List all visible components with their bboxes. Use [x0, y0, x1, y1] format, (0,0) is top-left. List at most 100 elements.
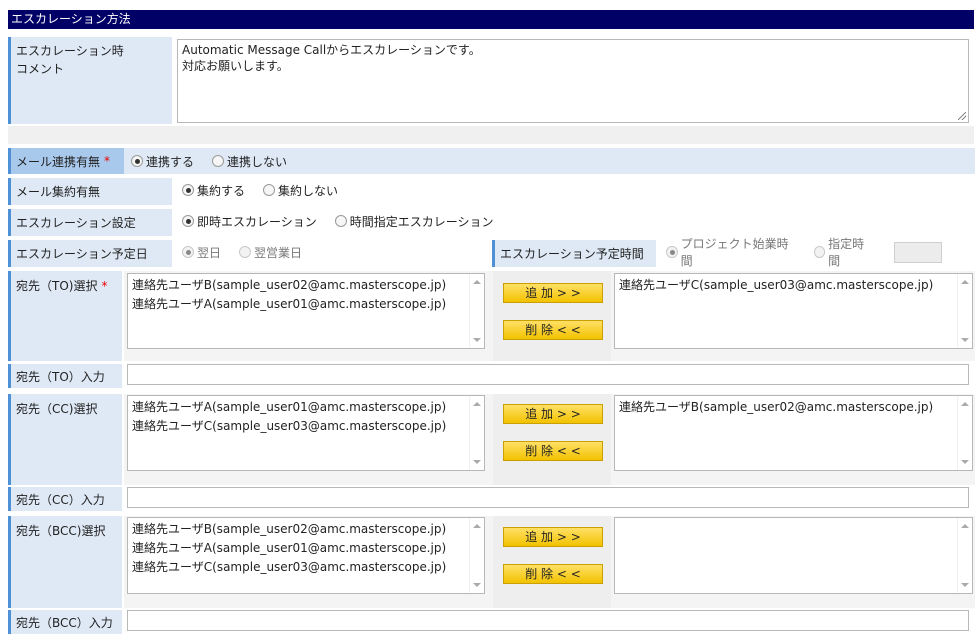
comment-label-line2: コメント [16, 62, 65, 76]
radio-project-start-time[interactable]: プロジェクト始業時間 [666, 235, 796, 269]
scroll-up-icon[interactable] [473, 280, 481, 284]
cc-input-field[interactable] [127, 487, 969, 508]
cc-add-button[interactable]: 追 加 > > [503, 404, 603, 424]
cc-selected-list[interactable]: 連絡先ユーザB(sample_user02@amc.masterscope.jp… [614, 395, 973, 471]
bcc-add-button[interactable]: 追 加 > > [503, 527, 603, 547]
schedule-day-label: エスカレーション予定日 [8, 240, 172, 267]
radio-mail-digest-off[interactable]: 集約しない [263, 182, 338, 199]
radio-label: プロジェクト始業時間 [680, 237, 789, 268]
radio-checked-icon [182, 184, 194, 196]
scroll-down-icon[interactable] [961, 583, 969, 587]
schedule-time-value: プロジェクト始業時間 指定時間 [662, 237, 892, 268]
schedule-day-value: 翌日 翌営業日 [176, 240, 486, 264]
bcc-available-list[interactable]: 連絡先ユーザB(sample_user02@amc.masterscope.jp… [127, 517, 485, 594]
to-select-label: 宛先（TO)選択 * [8, 271, 122, 361]
list-item[interactable]: 連絡先ユーザB(sample_user02@amc.masterscope.jp… [132, 276, 480, 295]
list-item[interactable]: 連絡先ユーザB(sample_user02@amc.masterscope.jp… [619, 398, 968, 417]
section-spacer [8, 126, 974, 144]
bcc-input-label: 宛先（BCC）入力 [8, 610, 122, 634]
section-title: エスカレーション方法 [8, 10, 974, 29]
scrollbar[interactable] [957, 518, 972, 593]
cc-remove-button[interactable]: 削 除 < < [503, 441, 603, 461]
scroll-down-icon[interactable] [961, 338, 969, 342]
radio-label: 集約する [197, 183, 246, 198]
bcc-select-label: 宛先（BCC)選択 [8, 516, 122, 608]
to-available-list[interactable]: 連絡先ユーザB(sample_user02@amc.masterscope.jp… [127, 273, 485, 349]
list-item[interactable]: 連絡先ユーザC(sample_user03@amc.masterscope.jp… [619, 276, 968, 295]
scroll-down-icon[interactable] [473, 460, 481, 464]
radio-label: 即時エスカレーション [197, 214, 317, 229]
cc-input-label: 宛先（CC）入力 [8, 487, 122, 511]
comment-textarea[interactable] [177, 39, 969, 123]
radio-unchecked-icon [334, 215, 347, 227]
scrollbar[interactable] [469, 396, 484, 470]
radio-label: 指定時間 [828, 237, 865, 268]
radio-label: 翌日 [197, 245, 222, 260]
list-item[interactable]: 連絡先ユーザA(sample_user01@amc.masterscope.jp… [132, 295, 480, 314]
radio-unchecked-icon [263, 184, 276, 196]
radio-checked-icon [182, 246, 194, 258]
radio-escalation-scheduled[interactable]: 時間指定エスカレーション [334, 213, 494, 230]
scroll-up-icon[interactable] [961, 280, 969, 284]
radio-label: 連携する [146, 154, 195, 169]
radio-mail-link-off[interactable]: 連携しない [212, 153, 287, 170]
radio-checked-icon [666, 246, 678, 258]
radio-escalation-immediate[interactable]: 即時エスカレーション [182, 213, 317, 230]
radio-label: 集約しない [278, 183, 339, 198]
mail-digest-value: 集約する 集約しない [176, 178, 576, 202]
radio-unchecked-icon [813, 246, 826, 258]
radio-checked-icon [131, 155, 143, 167]
scroll-up-icon[interactable] [473, 524, 481, 528]
cc-available-list[interactable]: 連絡先ユーザA(sample_user01@amc.masterscope.jp… [127, 395, 485, 471]
radio-mail-digest-on[interactable]: 集約する [182, 182, 245, 199]
mail-digest-label: メール集約有無 [8, 178, 172, 205]
radio-label: 翌営業日 [254, 245, 303, 260]
comment-label: エスカレーション時 コメント [8, 37, 172, 124]
resize-handle-icon[interactable] [958, 112, 966, 120]
scroll-up-icon[interactable] [961, 524, 969, 528]
list-item[interactable]: 連絡先ユーザC(sample_user03@amc.masterscope.jp… [132, 558, 480, 577]
scrollbar[interactable] [957, 396, 972, 470]
radio-mail-link-on[interactable]: 連携する [131, 153, 194, 170]
to-input-field[interactable] [127, 364, 969, 385]
to-selected-list[interactable]: 連絡先ユーザC(sample_user03@amc.masterscope.jp… [614, 273, 973, 349]
to-add-button[interactable]: 追 加 > > [503, 283, 603, 303]
radio-next-day[interactable]: 翌日 [182, 244, 221, 261]
radio-label: 時間指定エスカレーション [349, 214, 494, 229]
scroll-down-icon[interactable] [473, 583, 481, 587]
radio-specified-time[interactable]: 指定時間 [813, 235, 874, 269]
list-item[interactable]: 連絡先ユーザA(sample_user01@amc.masterscope.jp… [132, 398, 480, 417]
scrollbar[interactable] [469, 274, 484, 348]
scrollbar[interactable] [957, 274, 972, 348]
cc-select-label: 宛先（CC)選択 [8, 394, 122, 485]
to-remove-button[interactable]: 削 除 < < [503, 320, 603, 340]
list-item[interactable]: 連絡先ユーザA(sample_user01@amc.masterscope.jp… [132, 539, 480, 558]
scroll-up-icon[interactable] [961, 402, 969, 406]
bcc-selected-list[interactable] [614, 517, 973, 594]
mail-link-label-text: メール連携有無 [16, 154, 101, 169]
scroll-up-icon[interactable] [473, 402, 481, 406]
scroll-down-icon[interactable] [473, 338, 481, 342]
scroll-down-icon[interactable] [961, 460, 969, 464]
radio-unchecked-icon [239, 246, 252, 258]
required-mark: * [101, 279, 108, 293]
radio-next-business-day[interactable]: 翌営業日 [239, 244, 302, 261]
mail-link-label: メール連携有無 * [8, 148, 124, 174]
bcc-remove-button[interactable]: 削 除 < < [503, 564, 603, 584]
bcc-input-field[interactable] [127, 610, 969, 631]
to-input-label: 宛先（TO）入力 [8, 364, 122, 388]
schedule-time-label: エスカレーション予定時間 [492, 240, 656, 267]
required-mark: * [104, 154, 111, 168]
radio-checked-icon [182, 215, 194, 227]
escalation-setting-value: 即時エスカレーション 時間指定エスカレーション [176, 209, 576, 233]
comment-label-line1: エスカレーション時 [16, 44, 124, 58]
list-item[interactable]: 連絡先ユーザB(sample_user02@amc.masterscope.jp… [132, 520, 480, 539]
specified-time-input[interactable] [894, 242, 942, 263]
scrollbar[interactable] [469, 518, 484, 593]
to-select-label-text: 宛先（TO)選択 [16, 279, 98, 293]
list-item[interactable]: 連絡先ユーザC(sample_user03@amc.masterscope.jp… [132, 417, 480, 436]
radio-label: 連携しない [227, 154, 288, 169]
escalation-setting-label: エスカレーション設定 [8, 209, 172, 236]
mail-link-value: 連携する 連携しない [124, 148, 975, 174]
radio-unchecked-icon [212, 155, 225, 167]
